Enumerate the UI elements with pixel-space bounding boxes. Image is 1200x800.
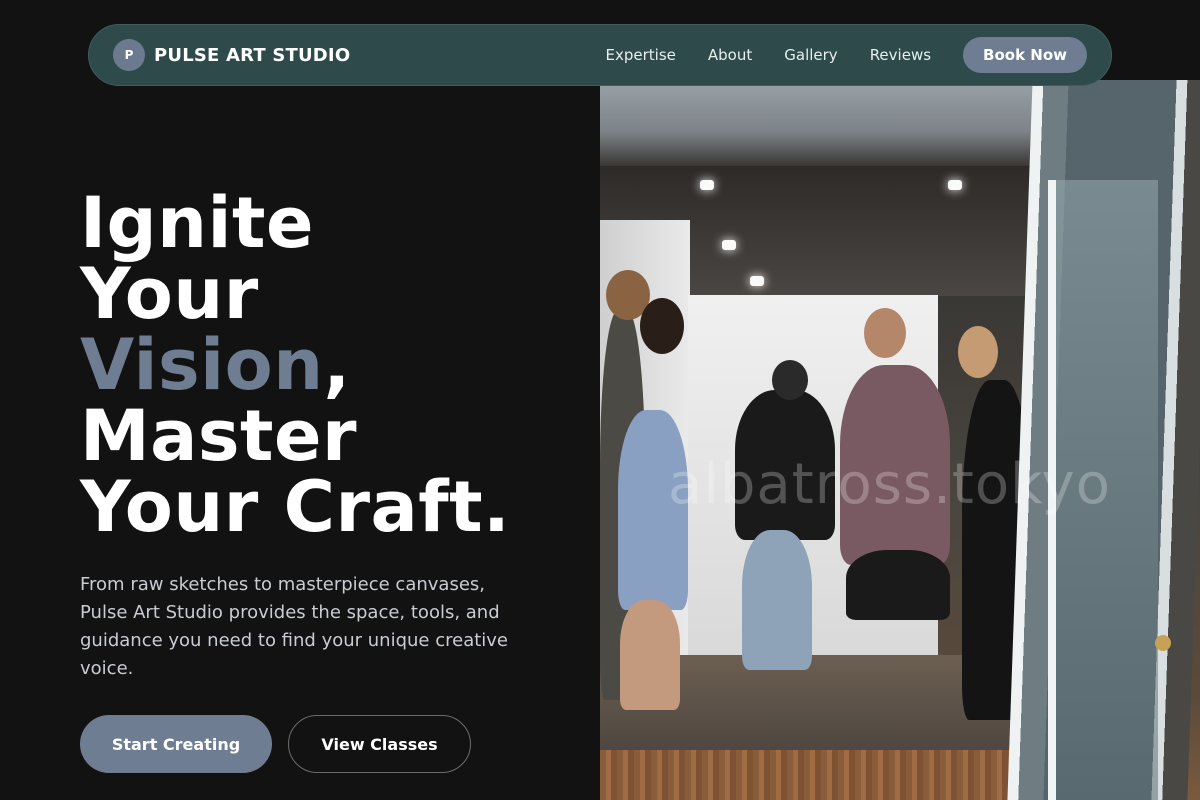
photo-watermark: albatross.tokyo [668,452,1111,517]
headline-line-2: Your [80,253,259,335]
spotlight [750,276,764,286]
hero-headline: Ignite Your Vision, Master Your Craft. [80,188,510,543]
visitor-head [864,308,906,358]
nav-link-about[interactable]: About [708,46,752,64]
visitor-head [640,298,684,354]
visitor-legs [742,530,812,670]
top-navbar: P PULSE ART STUDIO Expertise About Galle… [88,24,1112,86]
visitor-shorts [846,550,950,620]
headline-accent-word: Vision [80,324,324,406]
headline-comma: , [323,324,351,406]
hero-photo: albatross.tokyo [600,80,1200,800]
visitor-head [772,360,808,400]
headline-line-1: Ignite [80,182,314,264]
ceiling [600,80,1070,166]
headline-line-5: Your Craft. [80,466,511,548]
floor-edge [600,750,1030,800]
nav-link-gallery[interactable]: Gallery [784,46,837,64]
visitor-head [958,326,998,378]
book-now-button[interactable]: Book Now [963,37,1087,73]
headline-line-4: Master [80,395,358,477]
nav-link-reviews[interactable]: Reviews [870,46,931,64]
start-creating-button[interactable]: Start Creating [80,715,272,773]
nav-links: Expertise About Gallery Reviews Book Now [606,37,1087,73]
spotlight [948,180,962,190]
visitor-legs [620,600,680,710]
door-knob [1155,635,1171,651]
logo-badge-icon[interactable]: P [113,39,145,71]
spotlight [700,180,714,190]
nav-link-expertise[interactable]: Expertise [606,46,676,64]
view-classes-button[interactable]: View Classes [288,715,471,773]
hero-description: From raw sketches to masterpiece canvase… [80,574,509,679]
brand-name[interactable]: PULSE ART STUDIO [154,45,350,66]
spotlight [722,240,736,250]
